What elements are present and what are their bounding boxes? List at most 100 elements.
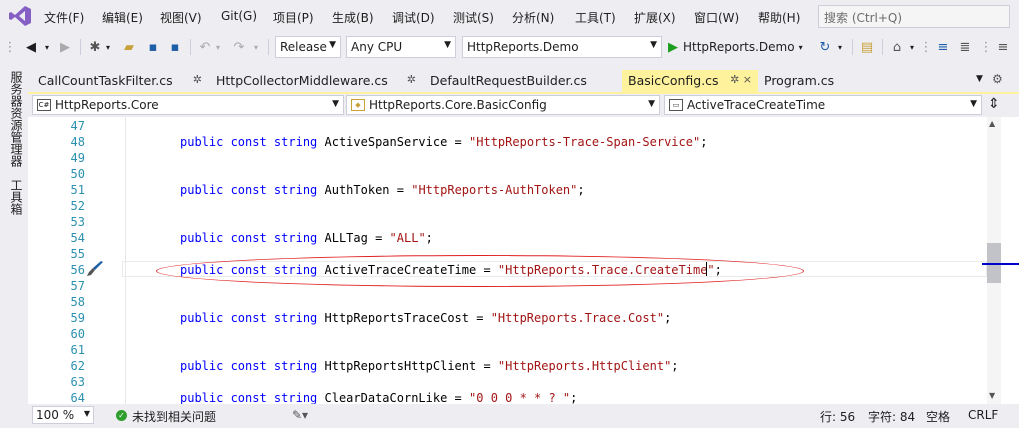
vertical-scrollbar[interactable]: ▲ ▼ [987,117,1001,404]
line-number: 48 [70,135,85,149]
zoom-select[interactable]: 100 % ▼ [32,406,94,424]
menu-file[interactable]: 文件(F) [44,9,84,26]
identifier: ALLTag [324,231,368,245]
pin-close-icon[interactable]: ✲ × [730,73,752,86]
open-folder-icon[interactable]: ▰ [120,37,138,57]
back-dropdown-icon[interactable]: ▾ [42,37,52,57]
member-select[interactable]: ▭ ActiveTraceCreateTime ▼ [664,95,982,115]
refresh-dropdown-icon[interactable]: ▾ [836,37,844,57]
semicolon: ; [425,231,433,245]
solution-platform-select[interactable]: Any CPU ▼ [346,36,456,58]
menu-git[interactable]: Git(G) [221,9,257,23]
menu-view[interactable]: 视图(V) [160,9,202,26]
menu-test[interactable]: 测试(S) [453,9,494,26]
code-line[interactable]: public const string ActiveSpanService = … [180,135,707,149]
code-line[interactable]: public const string ClearDataCornLike = … [180,391,577,404]
toolbar-separator [268,39,269,55]
toolbar-grip-icon: ⋮ [3,39,17,55]
start-debugging-button[interactable]: ▶ HttpReports.Demo ▾ [668,37,808,57]
code-cleanup-icon[interactable]: ✎▾ [292,408,308,422]
split-editor-icon[interactable]: ⇕ [988,96,1000,112]
save-icon[interactable]: ▪ [144,37,162,57]
editor-status-bar: 100 % ▼ ✓ 未找到相关问题 ✎▾ 行: 56 字符: 84 空格 CRL… [28,404,1019,428]
indent-indicator[interactable]: 空格 [926,408,950,425]
annotation-ellipse [156,255,804,287]
startup-project-select[interactable]: HttpReports.Demo ▼ [462,36,662,58]
code-line[interactable]: public const string HttpReportsHttpClien… [180,359,679,373]
solution-configuration-select[interactable]: Release ▼ [275,36,341,58]
refresh-icon[interactable]: ↻ [816,37,834,57]
menu-extensions[interactable]: 扩展(X) [634,9,676,26]
scroll-up-icon[interactable]: ▲ [989,119,995,128]
new-dropdown-icon[interactable]: ▾ [104,37,112,57]
uncomment-icon[interactable]: ≣ [956,37,974,57]
toolbox-tab[interactable]: 工具箱 [8,179,25,215]
toolbar-separator [852,39,853,55]
code-line[interactable]: public const string ALLTag = "ALL"; [180,231,433,245]
save-all-icon[interactable]: ▪ [166,37,184,57]
tab-callcounttaskfilter[interactable]: CallCountTaskFilter.cs ✲ [32,70,208,92]
menu-build[interactable]: 生成(B) [332,9,374,26]
home-icon[interactable]: ⌂ [888,37,906,57]
new-project-icon[interactable]: ✱ [86,37,104,57]
home-dropdown-icon[interactable]: ▾ [908,37,916,57]
class-icon: ◆ [351,99,365,111]
indent-icon[interactable]: ≡ [994,37,1012,57]
type-select[interactable]: ◆ HttpReports.Core.BasicConfig ▼ [346,95,660,115]
code-editor[interactable]: 47 48 public const string ActiveSpanServic… [28,117,987,404]
navigate-back-icon[interactable]: ◀ [22,37,40,57]
tab-httpcollectormiddleware[interactable]: HttpCollectorMiddleware.cs ✲ [210,70,422,92]
tab-defaultrequestbuilder[interactable]: DefaultRequestBuilder.cs [424,70,620,92]
quick-actions-brush-icon[interactable] [85,261,105,277]
project-select[interactable]: C# HttpReports.Core ▼ [32,95,344,115]
chevron-down-icon: ▼ [444,40,451,50]
identifier: AuthToken [324,183,390,197]
semicolon: ; [671,359,679,373]
menu-debug[interactable]: 调试(D) [392,9,435,26]
semicolon: ; [570,391,578,404]
chevron-down-icon: ▾ [798,42,803,52]
tab-program[interactable]: Program.cs [758,70,872,92]
line-indicator[interactable]: 行: 56 [820,408,855,425]
code-keywords: public const string [180,391,325,404]
menu-analyze[interactable]: 分析(N) [512,9,554,26]
project-value: HttpReports.Core [55,98,159,112]
gear-icon[interactable]: ⚙ [992,72,1003,86]
code-keywords: public const string [180,359,325,373]
pin-icon[interactable]: ✲ [193,73,202,86]
issues-status[interactable]: 未找到相关问题 [132,408,216,425]
standard-toolbar: ⋮ ◀ ▾ ▶ ✱ ▾ ▰ ▪ ▪ ↶ ▾ ↷ ▾ Release ▼ Any … [0,33,1019,61]
column-indicator[interactable]: 字符: 84 [868,408,915,425]
menu-project[interactable]: 项目(P) [273,9,314,26]
line-number: 63 [70,375,85,389]
code-line[interactable]: public const string AuthToken = "HttpRep… [180,183,585,197]
chevron-down-icon: ▼ [83,409,90,418]
server-explorer-tab[interactable]: 服务器资源管理器 [8,71,25,167]
find-in-files-icon[interactable]: ▤ [858,37,876,57]
tab-list-dropdown-icon[interactable]: ▼ [976,74,983,84]
chevron-down-icon: ▼ [970,99,977,109]
undo-dropdown-icon[interactable]: ▾ [214,37,222,57]
menu-window[interactable]: 窗口(W) [694,9,739,26]
chevron-down-icon: ▼ [329,40,336,50]
undo-icon[interactable]: ↶ [196,37,214,57]
comment-icon[interactable]: ≡ [934,37,952,57]
visual-studio-logo-icon[interactable] [8,5,32,27]
string-literal: "HttpReports.HttpClient" [497,359,672,373]
redo-icon[interactable]: ↷ [230,37,248,57]
platform-value: Any CPU [351,40,403,54]
menu-help[interactable]: 帮助(H) [758,9,800,26]
tab-basicconfig[interactable]: BasicConfig.cs ✲ × [622,70,758,92]
redo-dropdown-icon[interactable]: ▾ [252,37,260,57]
scroll-down-icon[interactable]: ▼ [989,391,995,400]
search-input[interactable]: 搜索 (Ctrl+Q) [818,5,1010,28]
chevron-down-icon: ▼ [650,40,657,50]
code-line[interactable]: public const string HttpReportsTraceCost… [180,311,671,325]
line-ending-indicator[interactable]: CRLF [968,408,998,422]
tab-label: HttpCollectorMiddleware.cs [216,73,388,88]
pin-icon[interactable]: ✲ [407,73,416,86]
line-number: 58 [70,295,85,309]
menu-tools[interactable]: 工具(T) [575,9,616,26]
menu-edit[interactable]: 编辑(E) [102,9,143,26]
navigate-forward-icon[interactable]: ▶ [56,37,74,57]
